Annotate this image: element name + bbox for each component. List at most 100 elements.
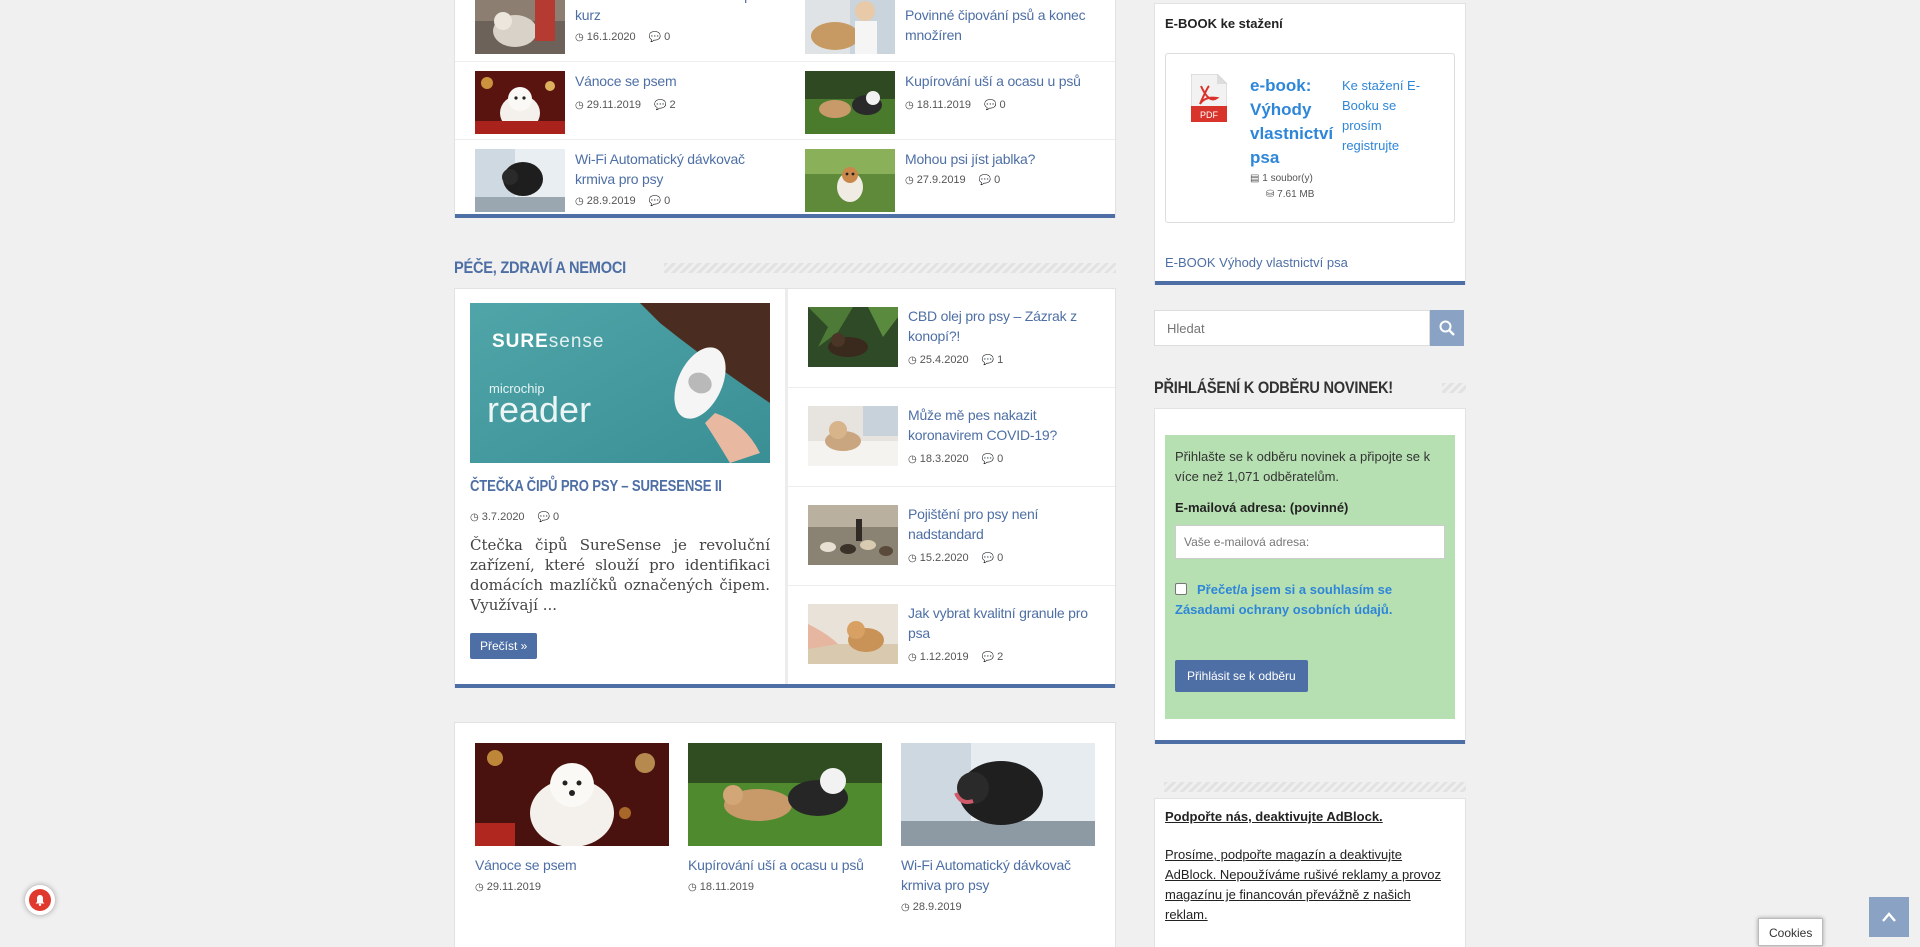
newsletter-heading: Přihlášení k odběru novinek!: [1154, 378, 1466, 398]
clock-icon: ◷: [908, 552, 917, 564]
disk-icon: ⛁: [1266, 189, 1275, 200]
post-meta: ◷ 1.12.2019 💬 2: [908, 651, 1004, 663]
heading-stripes: [1441, 383, 1466, 393]
post-thumbnail[interactable]: [805, 71, 895, 134]
gallery-title[interactable]: Wi-Fi Automatický dávkovač krmiva pro ps…: [901, 855, 1095, 895]
pdf-label: PDF: [1200, 110, 1219, 120]
heading-stripes: [663, 263, 1116, 273]
subscribe-button[interactable]: Přihlásit se k odběru: [1175, 660, 1308, 692]
adblock-widget: Podpořte nás, deaktivujte AdBlock. Prosí…: [1154, 798, 1466, 947]
post-thumbnail[interactable]: [808, 505, 898, 565]
featured-image-brand: SUREsense: [492, 331, 605, 353]
gallery-thumbnail[interactable]: [901, 743, 1095, 846]
featured-meta: ◷ 3.7.2020 💬 0: [470, 511, 560, 523]
comments-icon: 💬: [537, 511, 551, 523]
ebook-card: PDF e-book: Výhody vlastnictví psa Ke st…: [1165, 53, 1455, 223]
comments-icon: 💬: [981, 651, 995, 663]
adblock-title[interactable]: Podpořte nás, deaktivujte AdBlock.: [1165, 809, 1383, 824]
comments-icon: 💬: [648, 195, 662, 207]
post-thumbnail[interactable]: [475, 71, 565, 134]
gallery-title[interactable]: Kupírování uší a ocasu u psů: [688, 855, 882, 875]
featured-title[interactable]: Čtečka čipů pro psy – SureSense II: [470, 477, 765, 497]
post-thumbnail[interactable]: [808, 406, 898, 466]
gallery-title[interactable]: Vánoce se psem: [475, 855, 669, 875]
bell-icon: [29, 889, 51, 911]
cookies-button[interactable]: Cookies: [1758, 918, 1824, 946]
post-thumbnail[interactable]: [808, 307, 898, 367]
clock-icon: ◷: [908, 453, 917, 465]
comments-icon: 💬: [981, 354, 995, 366]
post-title[interactable]: Může mě pes nakazit koronavirem COVID-19…: [908, 405, 1098, 445]
ebook-heading: E-BOOK ke stažení: [1165, 16, 1283, 31]
post-thumbnail[interactable]: [475, 149, 565, 212]
clock-icon: ◷: [908, 354, 917, 366]
post-meta: ◷ 25.4.2020 💬 1: [908, 354, 1004, 366]
comments-icon: 💬: [648, 31, 662, 43]
post-title[interactable]: Kupírování uší a ocasu u psů: [905, 71, 1105, 91]
post-title[interactable]: Mohou psi jíst jablka?: [905, 149, 1105, 169]
read-more-button[interactable]: Přečíst »: [470, 633, 538, 659]
comments-icon: 💬: [981, 453, 995, 465]
gallery-thumbnail[interactable]: [475, 743, 669, 846]
brand-text-sense: sense: [548, 331, 605, 352]
adblock-heading: [1154, 782, 1466, 792]
newsletter-widget: Přihlašte se k odběru novinek a připojte…: [1154, 408, 1466, 744]
consent-label[interactable]: Přečet/a jsem si a souhlasím se Zásadami…: [1175, 580, 1447, 620]
newsletter-title: Přihlášení k odběru novinek!: [1154, 378, 1393, 397]
clock-icon: ◷: [475, 881, 484, 893]
search-input[interactable]: [1154, 310, 1430, 346]
clock-icon: ◷: [908, 651, 917, 663]
ebook-download-text[interactable]: Ke stažení E-Booku se prosím registrujte: [1342, 76, 1432, 156]
post-thumbnail[interactable]: [475, 0, 565, 54]
post-meta: ◷ 16.1.2020 💬 0: [575, 31, 671, 43]
post-thumbnail[interactable]: [805, 149, 895, 212]
gallery-meta: ◷ 29.11.2019: [475, 881, 541, 893]
post-meta: ◷ 28.9.2019 💬 0: [575, 195, 671, 207]
search-icon: [1439, 320, 1455, 336]
care-section-box: SUREsense microchip reader Čtečka čipů p…: [454, 288, 1116, 688]
post-title[interactable]: Vánoce se psem: [575, 71, 775, 91]
scroll-to-top-button[interactable]: [1869, 897, 1909, 937]
post-meta: ◷ 29.11.2019 💬 2: [575, 99, 676, 111]
pdf-icon[interactable]: PDF: [1190, 73, 1228, 123]
post-title[interactable]: Tisíc Vídeňanů absolvovalo psí kurz: [575, 0, 775, 25]
ebook-size: ⛁ 7.61 MB: [1266, 189, 1315, 200]
ebook-widget: E-BOOK ke stažení PDF e-book: Výhody vla…: [1154, 3, 1466, 285]
section-title[interactable]: Péče, zdraví a nemoci: [454, 258, 635, 278]
newsletter-intro: Přihlašte se k odběru novinek a připojte…: [1175, 449, 1431, 484]
post-meta: ◷ 18.3.2020 💬 0: [908, 453, 1004, 465]
clock-icon: ◷: [575, 195, 584, 207]
accent-bar: [455, 214, 1115, 218]
post-meta: ◷ 15.2.2020 💬 0: [908, 552, 1004, 564]
gallery-meta: ◷ 28.9.2019: [901, 901, 962, 913]
brand-text-sure: SURE: [492, 331, 549, 352]
post-title[interactable]: Jak vybrat kvalitní granule pro psa: [908, 603, 1098, 643]
ebook-title[interactable]: e-book: Výhody vlastnictví psa: [1250, 74, 1334, 170]
comments-icon: 💬: [981, 552, 995, 564]
post-title[interactable]: Wi-Fi Automatický dávkovač krmiva pro ps…: [575, 149, 775, 189]
row-separator: [455, 139, 1115, 140]
ebook-files: ▤ 1 soubor(y): [1250, 173, 1313, 184]
post-title[interactable]: Novela veterinárního zákona: Povinné čip…: [905, 0, 1095, 45]
email-field[interactable]: Vaše e-mailová adresa:: [1175, 525, 1445, 559]
comments-icon: 💬: [983, 99, 997, 111]
row-separator: [788, 486, 1115, 487]
recent-posts-box: Tisíc Vídeňanů absolvovalo psí kurz ◷16.…: [454, 0, 1116, 218]
post-thumbnail[interactable]: [805, 0, 895, 54]
post-title[interactable]: Pojištění pro psy není nadstandard: [908, 504, 1098, 544]
chevron-up-icon: [1882, 912, 1896, 922]
search-button[interactable]: [1430, 310, 1464, 346]
notification-bell-button[interactable]: [25, 885, 55, 915]
gallery-thumbnail[interactable]: [688, 743, 882, 846]
ebook-footer-link[interactable]: E-BOOK Výhody vlastnictví psa: [1165, 255, 1348, 270]
column-divider: [785, 289, 788, 687]
search-form: [1154, 310, 1464, 346]
adblock-text[interactable]: Prosíme, podpořte magazín a deaktivujte …: [1165, 845, 1455, 925]
post-title[interactable]: CBD olej pro psy – Zázrak z konopí?!: [908, 306, 1098, 346]
post-meta: ◷ 27.9.2019 💬 0: [905, 174, 1001, 186]
post-thumbnail[interactable]: [808, 604, 898, 664]
gallery-box: Vánoce se psem ◷ 29.11.2019 Kupírování uš…: [454, 722, 1116, 947]
clock-icon: ◷: [905, 174, 914, 186]
clock-icon: ◷: [575, 31, 584, 43]
comments-icon: 💬: [653, 99, 667, 111]
